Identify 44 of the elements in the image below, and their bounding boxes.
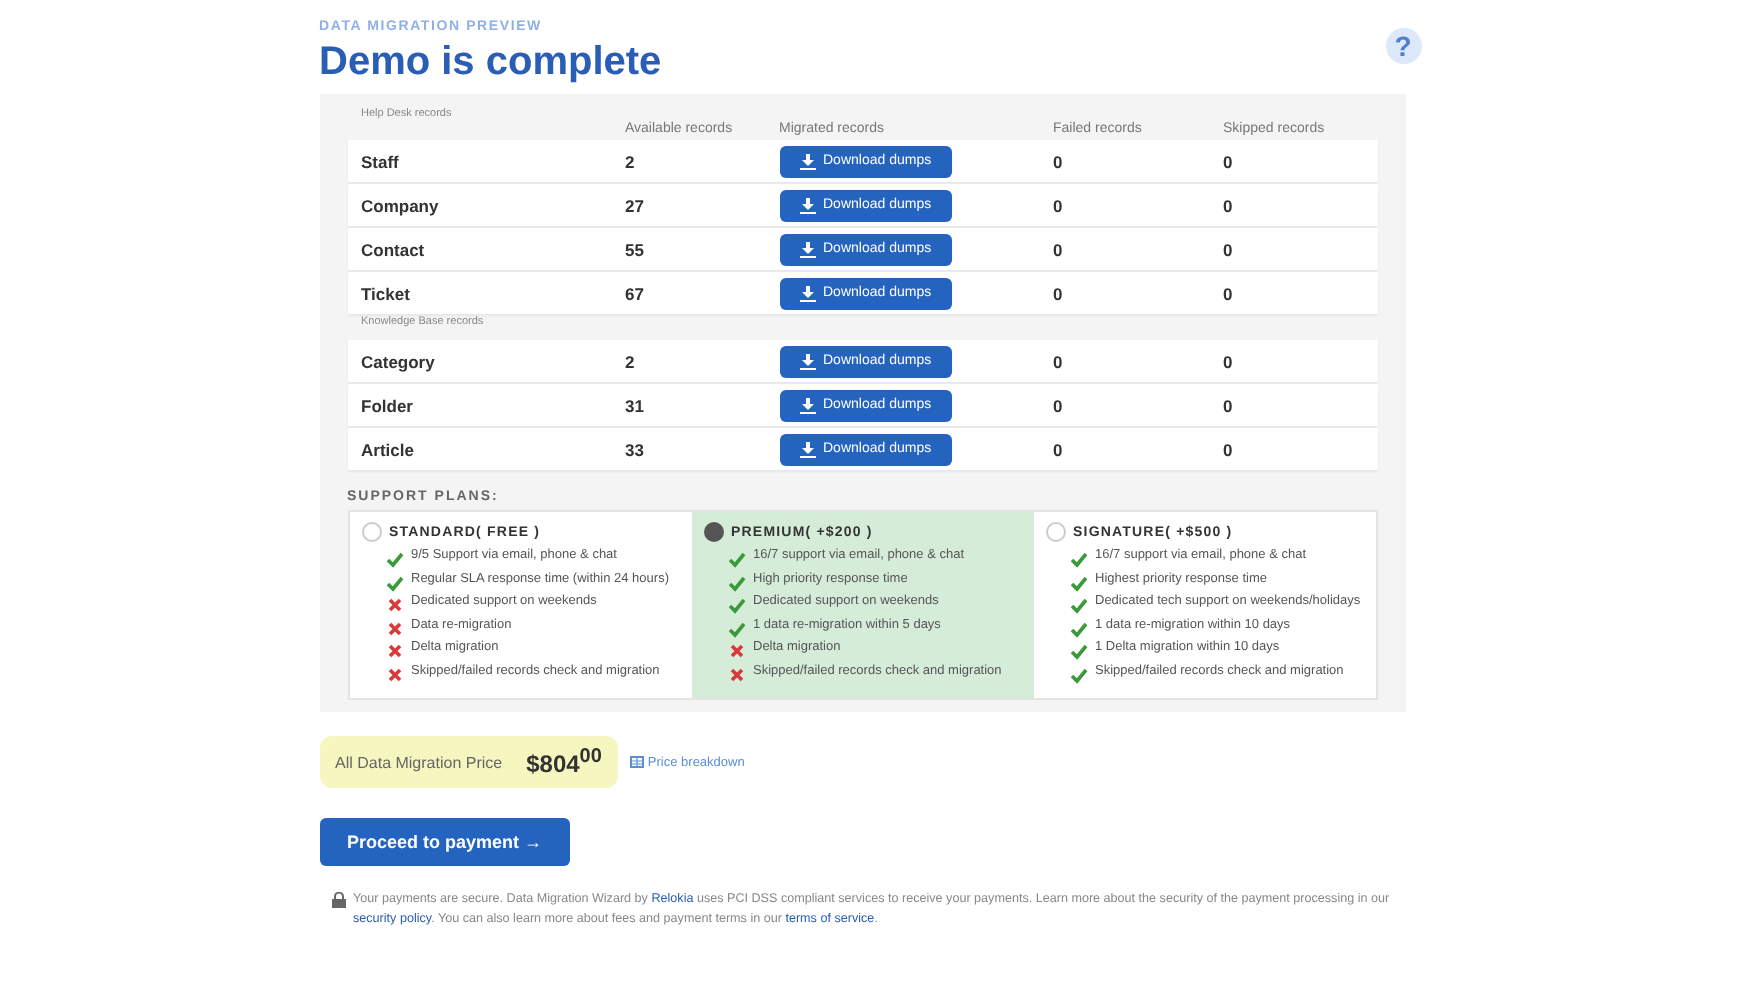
- table-cell-text: 33: [625, 439, 646, 459]
- table-cell-text: 0: [1223, 395, 1235, 415]
- record-name: Ticket: [359, 283, 412, 303]
- download-icon: [799, 197, 815, 213]
- record-name: Category: [359, 351, 437, 371]
- lock-icon: [331, 892, 345, 908]
- table-cell-text: 2: [625, 351, 637, 371]
- table-cell-text: 0: [1223, 239, 1235, 259]
- table-cell-text: 55: [625, 239, 646, 259]
- plan-card[interactable]: [691, 512, 1033, 698]
- radio-button[interactable]: [703, 522, 723, 542]
- table-cell-text: 0: [1223, 195, 1235, 215]
- page-title: Demo is complete: [319, 40, 662, 86]
- download-icon: [799, 441, 815, 457]
- help-icon[interactable]: ?: [1385, 28, 1421, 64]
- table-cell-text: 0: [1053, 395, 1065, 415]
- table-cell-text: 0: [1223, 439, 1235, 459]
- download-icon: [799, 285, 815, 301]
- table-cell-text: 27: [625, 195, 646, 215]
- proceed-button[interactable]: Proceed to payment →: [319, 818, 571, 866]
- table-cell-text: 2: [625, 151, 637, 171]
- table-cell-text: 0: [1053, 151, 1065, 171]
- table-cell-text: 31: [625, 395, 646, 415]
- table-cell-text: 0: [1223, 283, 1235, 303]
- download-icon: [799, 241, 815, 257]
- price-label: All Data Migration Price: [335, 753, 503, 771]
- download-icon: [799, 397, 815, 413]
- table-cell-text: 0: [1053, 195, 1065, 215]
- record-name: Company: [359, 195, 441, 215]
- record-name: Folder: [359, 395, 415, 415]
- table-cell-text: 0: [1223, 151, 1235, 171]
- price-amount: $804$^{00}$: [526, 746, 602, 778]
- table-cell-text: 0: [1053, 239, 1065, 259]
- table-icon: [629, 756, 644, 768]
- record-name: Staff: [359, 151, 401, 171]
- record-name: Article: [359, 439, 416, 459]
- table-cell-text: 0: [1053, 439, 1065, 459]
- table-cell-text: 0: [1053, 351, 1065, 371]
- table-cell-text: 0: [1053, 283, 1065, 303]
- download-icon: [799, 353, 815, 369]
- table-cell-text: 67: [625, 283, 646, 303]
- record-name: Contact: [359, 239, 427, 259]
- download-icon: [799, 153, 815, 169]
- table-cell-text: 0: [1223, 351, 1235, 371]
